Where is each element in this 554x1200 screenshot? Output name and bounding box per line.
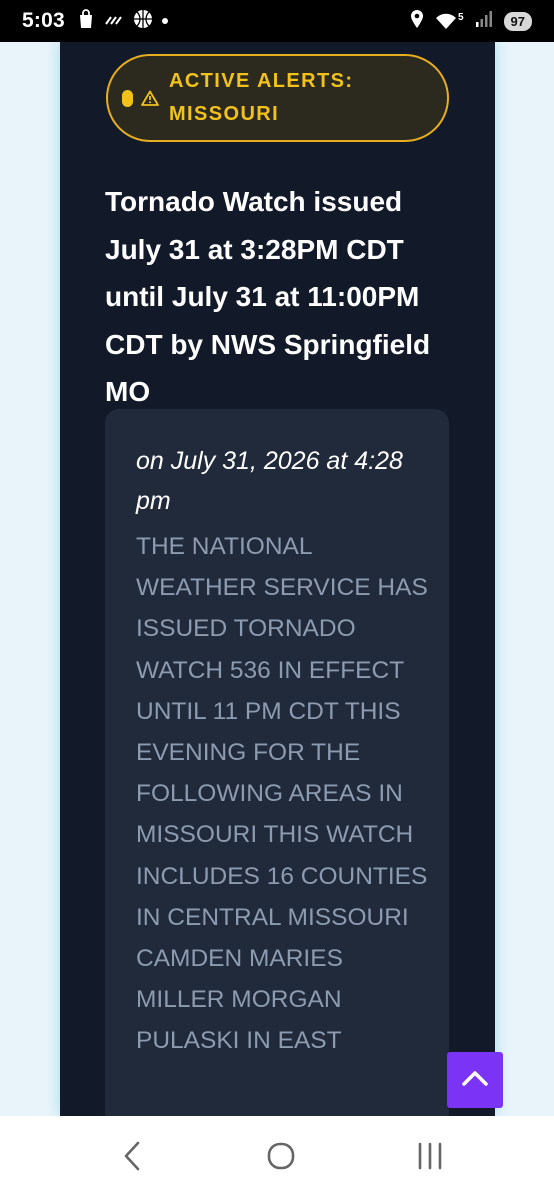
wifi-icon: 5 <box>435 12 464 30</box>
status-right-icons: 5 97 <box>410 9 532 34</box>
battery-indicator: 97 <box>503 11 532 31</box>
shopping-bag-icon <box>77 8 95 34</box>
notification-dot-icon <box>161 18 168 24</box>
basketball-icon <box>133 9 153 34</box>
status-dot-icon <box>122 89 133 107</box>
recents-icon <box>417 1142 443 1175</box>
location-icon <box>410 9 424 34</box>
home-button[interactable] <box>261 1138 301 1178</box>
wifi-label: 5 <box>457 12 464 23</box>
alert-body-text: THE NATIONAL WEATHER SERVICE HAS ISSUED … <box>136 533 428 1055</box>
status-bar: 5:03 5 97 <box>0 0 554 42</box>
warning-triangle-icon <box>141 90 159 106</box>
page-content: ACTIVE ALERTS: MISSOURI Tornado Watch is… <box>0 42 554 1116</box>
status-time: 5:03 <box>22 9 65 32</box>
alert-headline: Tornado Watch issued July 31 at 3:28PM C… <box>105 186 431 407</box>
alert-date: on July 31, 2026 at 4:28 pm <box>136 447 403 515</box>
chevron-up-icon <box>462 1070 488 1091</box>
signal-icon <box>475 10 493 33</box>
back-button[interactable] <box>112 1138 152 1178</box>
alert-panel: ACTIVE ALERTS: MISSOURI Tornado Watch is… <box>60 42 495 1116</box>
system-nav-bar <box>0 1116 554 1200</box>
sim-icon <box>104 11 124 32</box>
active-alerts-badge[interactable]: ACTIVE ALERTS: MISSOURI <box>106 54 449 142</box>
active-alerts-label: ACTIVE ALERTS: MISSOURI <box>169 70 354 125</box>
recents-button[interactable] <box>410 1138 450 1178</box>
alert-detail-card: on July 31, 2026 at 4:28 pm THE NATIONAL… <box>105 409 449 1116</box>
status-left-icons <box>77 8 168 34</box>
back-icon <box>123 1141 141 1176</box>
home-icon <box>266 1141 296 1176</box>
scroll-to-top-button[interactable] <box>447 1052 503 1108</box>
